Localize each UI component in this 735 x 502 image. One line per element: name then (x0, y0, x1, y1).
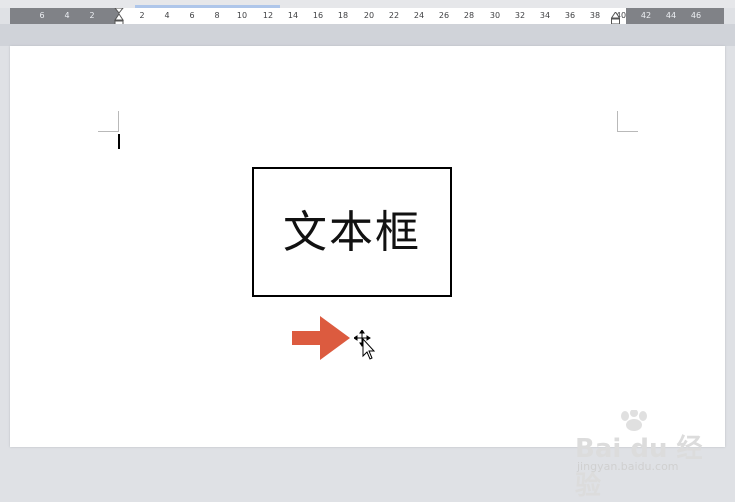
ruler-tick-label: 24 (413, 11, 425, 20)
ruler-tick-label: 8 (214, 11, 220, 20)
ruler-tick-label: 2 (139, 11, 145, 20)
ruler-tick-label: 16 (312, 11, 324, 20)
ruler-tick-label: 30 (489, 11, 501, 20)
ruler-tick-label: 28 (463, 11, 475, 20)
text-caret (118, 134, 120, 149)
ruler-tick-label: 38 (589, 11, 601, 20)
text-box[interactable]: 文本框 (252, 167, 452, 297)
ruler-tick-label: 4 (164, 11, 170, 20)
text-box-content[interactable]: 文本框 (283, 196, 421, 260)
ruler-tick-label: 6 (189, 11, 195, 20)
top-strip (0, 0, 735, 8)
ruler-tick-label: 6 (39, 11, 45, 20)
horizontal-ruler[interactable]: 6 4 2 2 4 6 8 10 12 14 16 18 20 22 24 26… (10, 8, 724, 27)
ruler-tick-label: 2 (89, 11, 95, 20)
watermark: Bai du 经验 jingyan.baidu.com (575, 410, 715, 501)
ruler-tick-label: 18 (337, 11, 349, 20)
ruler-tick-label: 12 (262, 11, 274, 20)
watermark-url: jingyan.baidu.com (577, 460, 679, 473)
pointer-arrow-icon (292, 316, 350, 360)
ruler-tick-label: 36 (564, 11, 576, 20)
ruler-tick-label: 32 (514, 11, 526, 20)
ruler-tick-label: 22 (388, 11, 400, 20)
margin-corner-top-right (617, 111, 638, 132)
ruler-tick-label: 44 (665, 11, 677, 20)
ruler-tick-label: 20 (363, 11, 375, 20)
ruler-tick-label: 4 (64, 11, 70, 20)
ruler-tick-label: 42 (640, 11, 652, 20)
ruler-tick-label: 10 (236, 11, 248, 20)
move-cursor-icon (354, 330, 376, 360)
canvas-gap (0, 24, 735, 46)
ruler-tick-label: 26 (438, 11, 450, 20)
margin-corner-top-left (98, 111, 119, 132)
document-page[interactable]: 文本框 Bai du 经验 jingyan.baidu.com (10, 46, 725, 501)
ruler-tick-label: 34 (539, 11, 551, 20)
ruler-tick-label: 14 (287, 11, 299, 20)
ruler-tick-label: 46 (690, 11, 702, 20)
